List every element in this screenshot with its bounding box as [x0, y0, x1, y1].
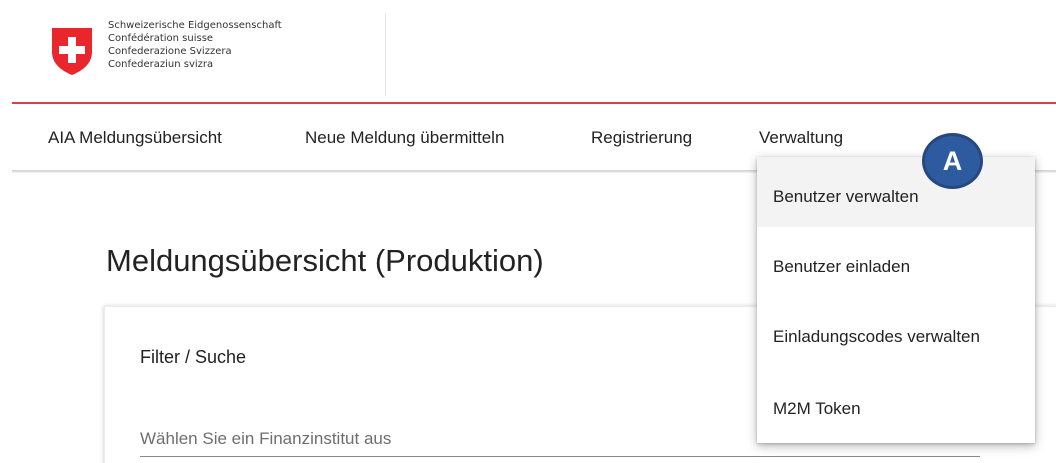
menu-item-label: Einladungscodes verwalten [773, 327, 980, 346]
nav-item-verwaltung[interactable]: Verwaltung [759, 128, 843, 148]
menu-item-benutzer-einladen[interactable]: Benutzer einladen [757, 227, 1035, 297]
page-title: Meldungsübersicht (Produktion) [106, 243, 544, 278]
logo-line-fr: Confédération suisse [108, 33, 214, 44]
menu-item-benutzer-verwalten[interactable]: Benutzer verwalten [757, 157, 1035, 227]
site-header: Schweizerische Eidgenossenschaft Confédé… [0, 0, 1056, 103]
filter-card-title: Filter / Suche [140, 347, 247, 367]
menu-item-m2m-token[interactable]: M2M Token [757, 367, 1035, 437]
finanzinstitut-select-placeholder: Wählen Sie ein Finanzinstitut aus [140, 429, 392, 448]
nav-item-meldungsuebersicht[interactable]: AIA Meldungsübersicht [48, 128, 222, 148]
nav-item-registrierung[interactable]: Registrierung [591, 128, 692, 148]
confederation-wordmark: Schweizerische Eidgenossenschaft Confédé… [108, 19, 282, 71]
menu-item-einladungscodes-verwalten[interactable]: Einladungscodes verwalten [757, 297, 1035, 367]
annotation-badge-a: A [922, 133, 983, 189]
menu-item-label: M2M Token [773, 399, 861, 418]
nav-item-neue-meldung[interactable]: Neue Meldung übermitteln [305, 128, 504, 148]
verwaltung-dropdown-menu: Benutzer verwalten Benutzer einladen Ein… [757, 157, 1035, 443]
logo-line-it: Confederazione Svizzera [108, 46, 232, 57]
logo-line-de: Schweizerische Eidgenossenschaft [108, 20, 282, 31]
menu-item-label: Benutzer verwalten [773, 187, 919, 206]
logo-line-rm: Confederaziun svizra [108, 59, 214, 70]
swiss-shield-icon [52, 28, 92, 75]
swiss-cross-logo[interactable] [50, 26, 94, 76]
menu-item-label: Benutzer einladen [773, 257, 911, 276]
header-divider [385, 14, 386, 96]
